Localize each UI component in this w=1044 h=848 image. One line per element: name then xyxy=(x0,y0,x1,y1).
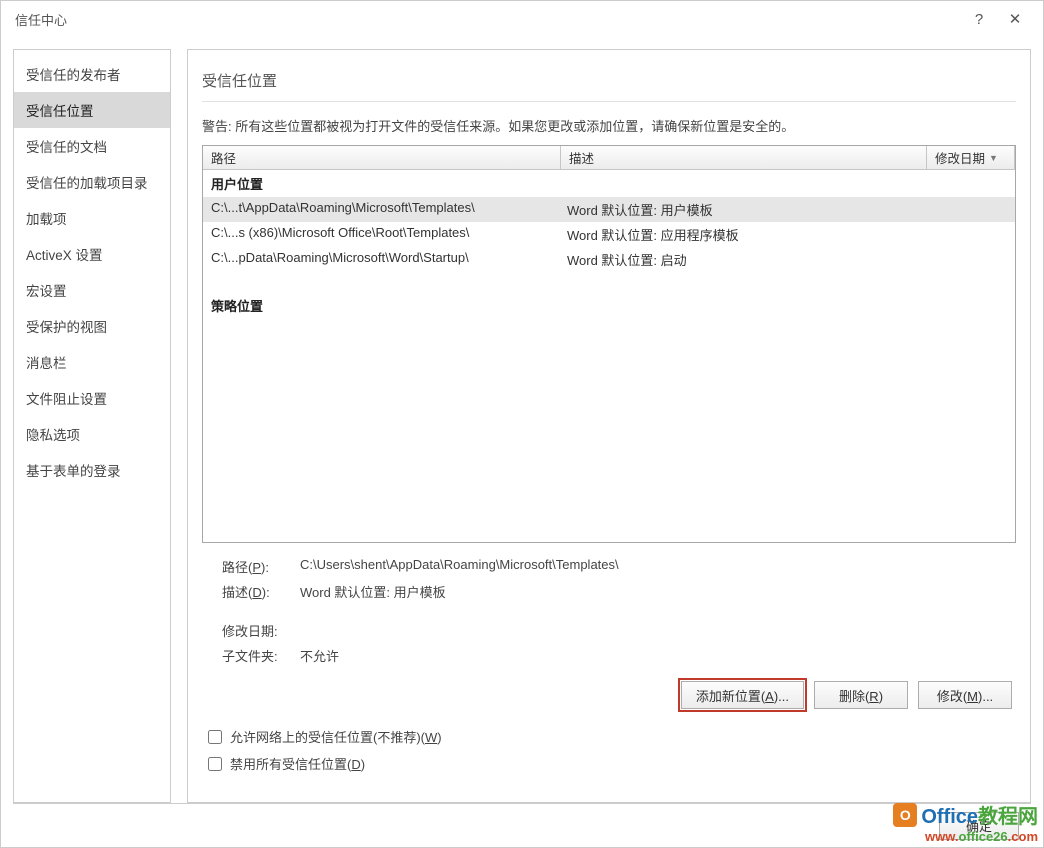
disable-all-input[interactable] xyxy=(208,757,222,771)
table-row[interactable]: C:\...t\AppData\Roaming\Microsoft\Templa… xyxy=(203,197,1015,222)
cell-path: C:\...s (x86)\Microsoft Office\Root\Temp… xyxy=(211,225,567,244)
details-panel: 路径(P): C:\Users\shent\AppData\Roaming\Mi… xyxy=(202,557,1016,671)
locations-table: 路径 描述 修改日期 ▼ 用户位置 C:\...t\AppData\Roamin… xyxy=(202,145,1016,543)
sidebar-item-privacy[interactable]: 隐私选项 xyxy=(14,416,170,452)
table-body: 用户位置 C:\...t\AppData\Roaming\Microsoft\T… xyxy=(203,170,1015,319)
sort-arrow-icon: ▼ xyxy=(989,153,998,163)
ok-button[interactable]: 确定 xyxy=(939,812,1019,840)
dialog-footer: 确定 xyxy=(13,803,1031,847)
sidebar: 受信任的发布者 受信任位置 受信任的文档 受信任的加载项目录 加载项 Activ… xyxy=(13,49,171,803)
add-location-button[interactable]: 添加新位置(A)... xyxy=(681,681,804,709)
close-button[interactable]: ✕ xyxy=(997,1,1033,37)
table-header: 路径 描述 修改日期 ▼ xyxy=(203,146,1015,170)
detail-path-label: 路径(P): xyxy=(222,557,300,576)
divider xyxy=(202,101,1016,102)
sidebar-item-trusted-documents[interactable]: 受信任的文档 xyxy=(14,128,170,164)
help-button[interactable]: ? xyxy=(961,1,997,37)
sidebar-item-activex[interactable]: ActiveX 设置 xyxy=(14,236,170,272)
allow-network-label: 允许网络上的受信任位置(不推荐)(W) xyxy=(230,727,442,746)
detail-desc-label: 描述(D): xyxy=(222,582,300,601)
col-date[interactable]: 修改日期 ▼ xyxy=(927,146,1015,169)
remove-button[interactable]: 删除(R) xyxy=(814,681,908,709)
sidebar-item-addins[interactable]: 加载项 xyxy=(14,200,170,236)
table-row[interactable]: C:\...s (x86)\Microsoft Office\Root\Temp… xyxy=(203,222,1015,247)
warning-text: 警告: 所有这些位置都被视为打开文件的受信任来源。如果您更改或添加位置，请确保新… xyxy=(202,116,1016,135)
group-user-locations: 用户位置 xyxy=(203,170,1015,197)
titlebar: 信任中心 ? ✕ xyxy=(1,1,1043,37)
col-date-label: 修改日期 xyxy=(935,148,985,167)
detail-sub-value: 不允许 xyxy=(300,646,1016,665)
cell-path: C:\...t\AppData\Roaming\Microsoft\Templa… xyxy=(211,200,567,219)
sidebar-item-macro[interactable]: 宏设置 xyxy=(14,272,170,308)
cell-desc: Word 默认位置: 应用程序模板 xyxy=(567,225,1015,244)
detail-date-label: 修改日期: xyxy=(222,621,300,640)
col-path[interactable]: 路径 xyxy=(203,146,561,169)
button-row: 添加新位置(A)... 删除(R) 修改(M)... xyxy=(202,681,1016,709)
detail-desc-value: Word 默认位置: 用户模板 xyxy=(300,582,1016,601)
cell-desc: Word 默认位置: 用户模板 xyxy=(567,200,1015,219)
detail-path-value: C:\Users\shent\AppData\Roaming\Microsoft… xyxy=(300,557,1016,576)
disable-all-checkbox[interactable]: 禁用所有受信任位置(D) xyxy=(208,754,1016,773)
disable-all-label: 禁用所有受信任位置(D) xyxy=(230,754,365,773)
sidebar-item-trusted-locations[interactable]: 受信任位置 xyxy=(14,92,170,128)
section-title: 受信任位置 xyxy=(202,62,1016,101)
allow-network-checkbox[interactable]: 允许网络上的受信任位置(不推荐)(W) xyxy=(208,727,1016,746)
col-desc[interactable]: 描述 xyxy=(561,146,927,169)
content-panel: 受信任位置 警告: 所有这些位置都被视为打开文件的受信任来源。如果您更改或添加位… xyxy=(187,49,1031,803)
sidebar-item-file-block[interactable]: 文件阻止设置 xyxy=(14,380,170,416)
cell-desc: Word 默认位置: 启动 xyxy=(567,250,1015,269)
detail-sub-label: 子文件夹: xyxy=(222,646,300,665)
cell-path: C:\...pData\Roaming\Microsoft\Word\Start… xyxy=(211,250,567,269)
trust-center-dialog: 信任中心 ? ✕ 受信任的发布者 受信任位置 受信任的文档 受信任的加载项目录 … xyxy=(0,0,1044,848)
dialog-body: 受信任的发布者 受信任位置 受信任的文档 受信任的加载项目录 加载项 Activ… xyxy=(1,37,1043,803)
sidebar-item-trusted-addin-catalogs[interactable]: 受信任的加载项目录 xyxy=(14,164,170,200)
table-row[interactable]: C:\...pData\Roaming\Microsoft\Word\Start… xyxy=(203,247,1015,272)
allow-network-input[interactable] xyxy=(208,730,222,744)
detail-date-value xyxy=(300,621,1016,640)
sidebar-item-protected-view[interactable]: 受保护的视图 xyxy=(14,308,170,344)
dialog-title: 信任中心 xyxy=(11,10,961,29)
checkbox-group: 允许网络上的受信任位置(不推荐)(W) 禁用所有受信任位置(D) xyxy=(202,727,1016,781)
sidebar-item-trusted-publishers[interactable]: 受信任的发布者 xyxy=(14,56,170,92)
sidebar-item-form-login[interactable]: 基于表单的登录 xyxy=(14,452,170,488)
group-policy-locations: 策略位置 xyxy=(203,292,1015,319)
sidebar-item-message-bar[interactable]: 消息栏 xyxy=(14,344,170,380)
modify-button[interactable]: 修改(M)... xyxy=(918,681,1012,709)
